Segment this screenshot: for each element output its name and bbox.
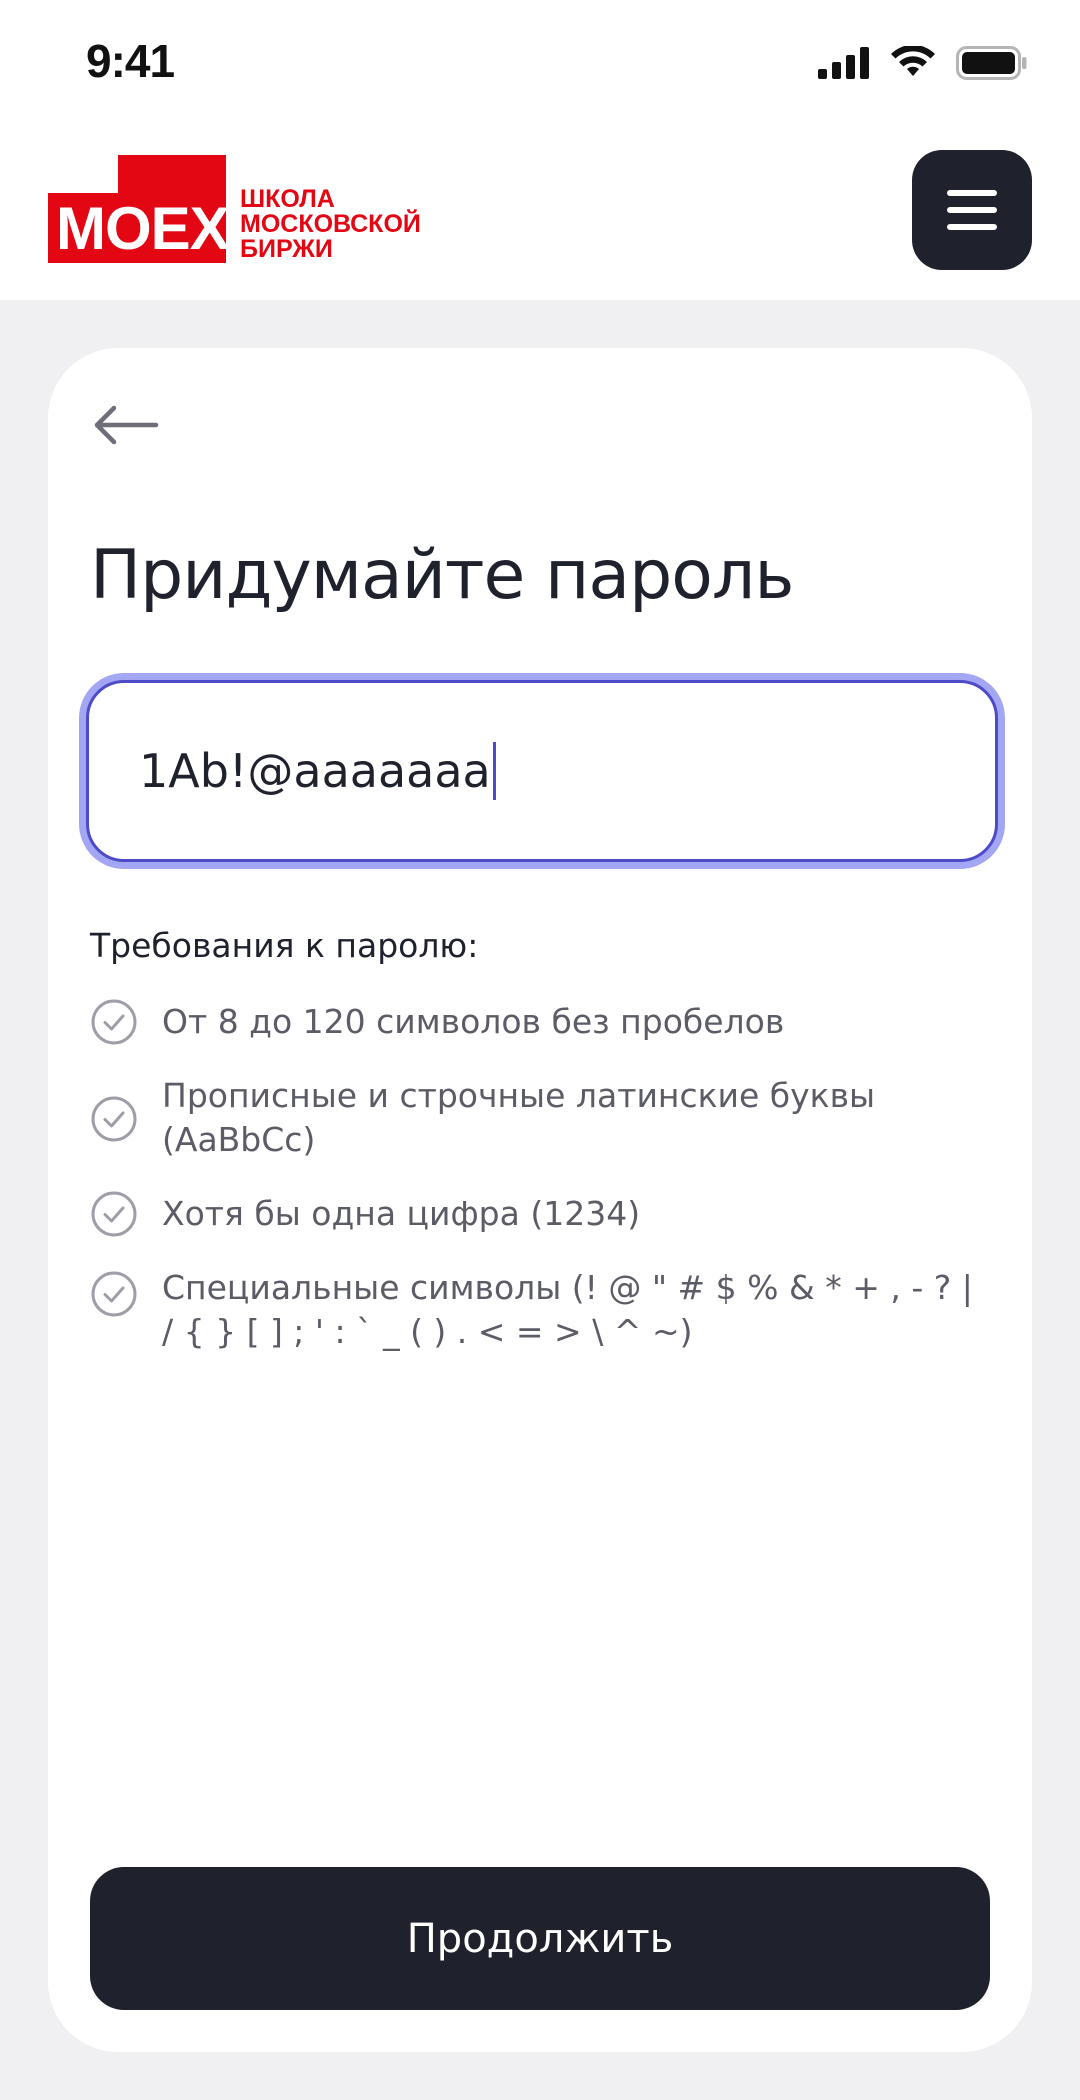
hamburger-icon-line-3 <box>947 224 997 230</box>
moex-school-logo[interactable]: MOEX ШКОЛА МОСКОВСКОЙ БИРЖИ <box>48 155 428 265</box>
hamburger-icon <box>947 190 997 196</box>
status-bar: 9:41 <box>0 0 1080 125</box>
requirement-text: От 8 до 120 символов без пробелов <box>162 1002 785 1041</box>
arrow-left-icon[interactable] <box>90 400 162 450</box>
logo-moex-wordmark: MOEX <box>56 195 230 262</box>
password-input[interactable]: 1Ab!@aaaaaaa <box>86 680 998 862</box>
requirements-title: Требования к паролю: <box>90 926 479 965</box>
text-caret <box>492 742 496 800</box>
cellular-signal-icon <box>818 47 869 79</box>
battery-icon <box>956 46 1027 80</box>
continue-button[interactable]: Продолжить <box>90 1867 990 2010</box>
requirement-text: Специальные символы (! @ " # $ % & * + ,… <box>162 1268 973 1351</box>
logo-line-3: БИРЖИ <box>240 235 333 263</box>
check-circle-icon <box>91 999 137 1045</box>
logo-line-1: ШКОЛА <box>240 185 335 213</box>
menu-button[interactable] <box>912 150 1032 270</box>
check-circle-icon <box>91 1191 137 1237</box>
logo-red-top-block <box>118 155 226 195</box>
check-circle-icon <box>91 1096 137 1142</box>
requirement-text: Хотя бы одна цифра (1234) <box>162 1194 641 1233</box>
logo-line-2: МОСКОВСКОЙ <box>240 210 421 238</box>
status-icons <box>818 46 1028 80</box>
wifi-icon <box>891 46 935 76</box>
check-circle-icon <box>91 1271 137 1317</box>
app-header: MOEX ШКОЛА МОСКОВСКОЙ БИРЖИ <box>0 125 1080 300</box>
password-input-value: 1Ab!@aaaaaaa <box>139 744 491 798</box>
logo-school-text: ШКОЛА МОСКОВСКОЙ БИРЖИ <box>240 187 421 262</box>
page-title: Придумайте пароль <box>90 536 794 615</box>
requirement-text: Прописные и строчные латинские буквы (Aa… <box>162 1076 876 1159</box>
hamburger-icon-line-2 <box>947 207 997 213</box>
status-time: 9:41 <box>86 35 175 87</box>
password-card: Придумайте пароль 1Ab!@aaaaaaa Требовани… <box>48 348 1032 2052</box>
